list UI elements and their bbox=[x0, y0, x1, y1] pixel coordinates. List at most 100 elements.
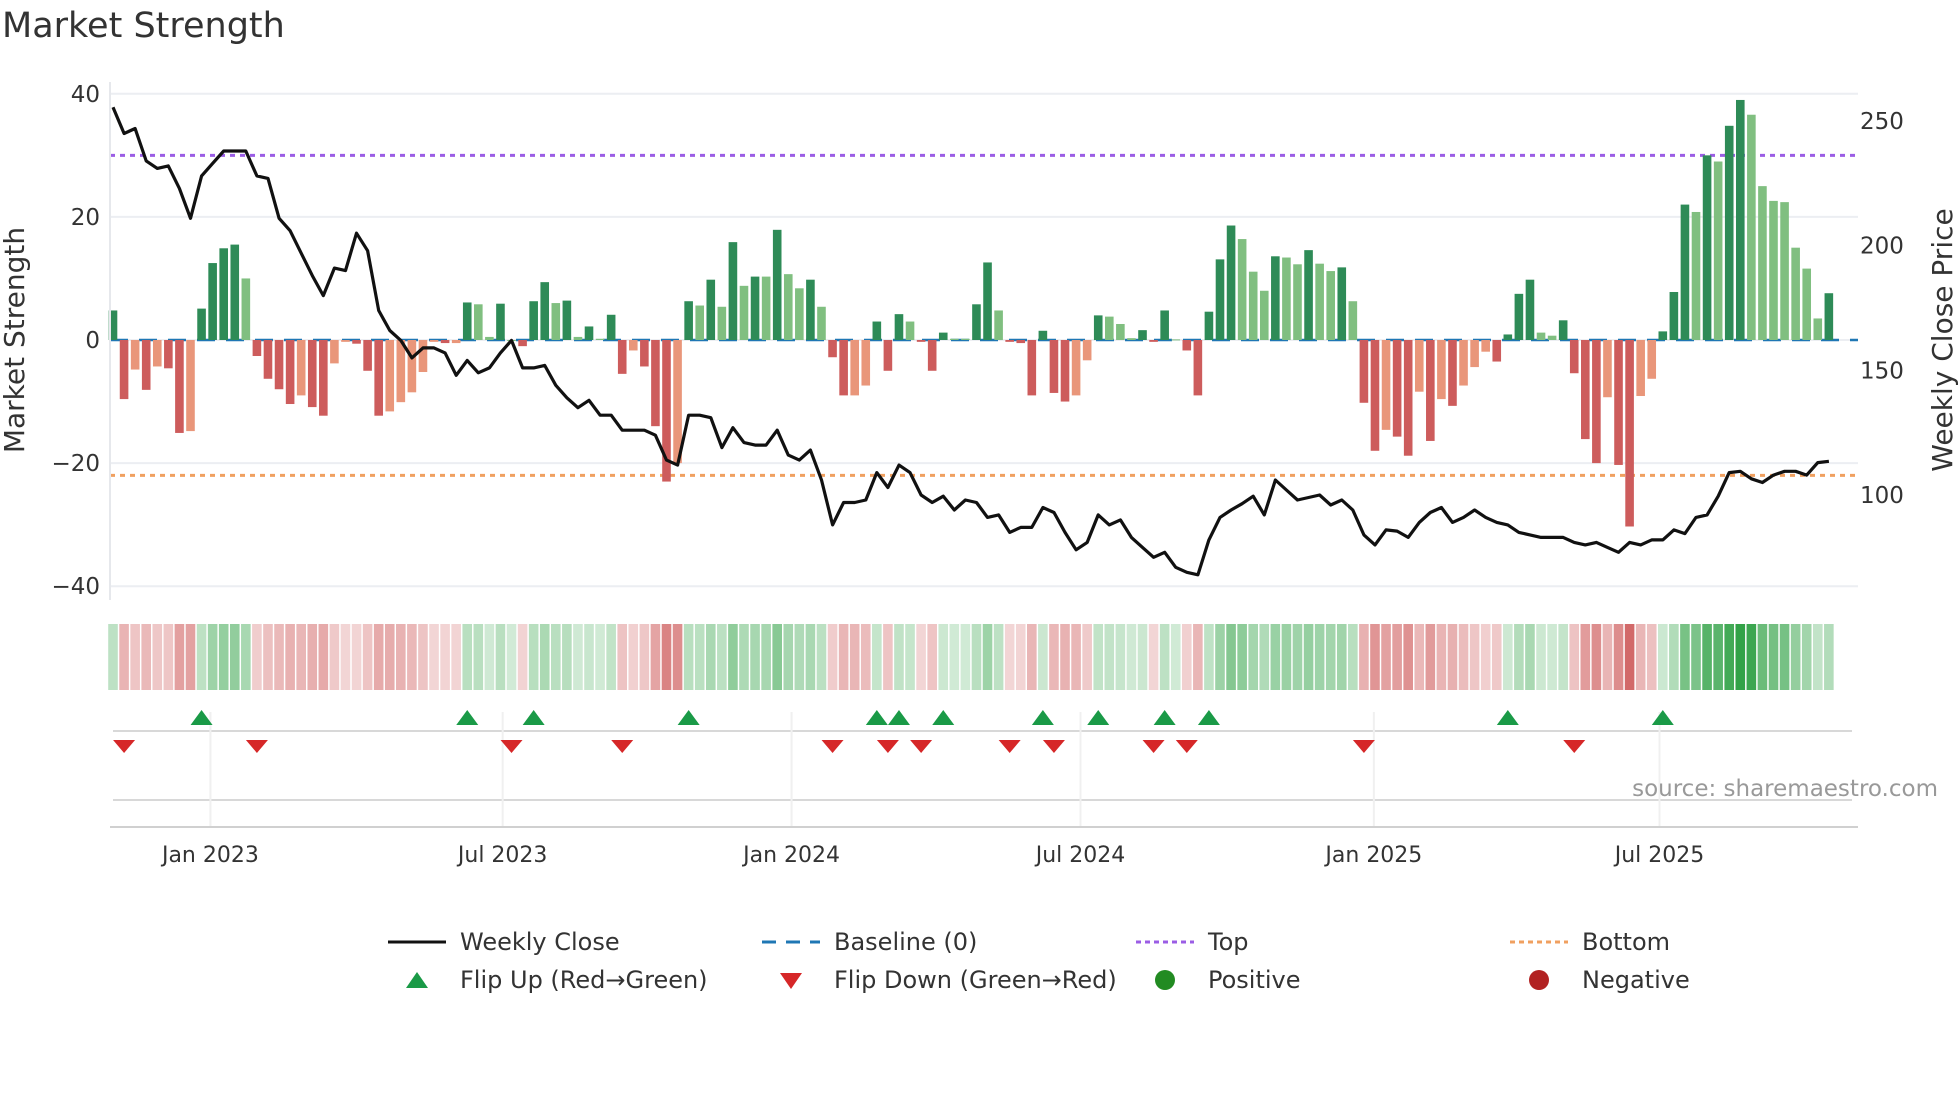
strength-bar bbox=[1049, 340, 1059, 393]
strip-cell bbox=[772, 624, 782, 690]
strip-cell bbox=[440, 624, 450, 690]
strength-bar bbox=[1226, 225, 1236, 340]
strip-cell bbox=[1646, 624, 1657, 690]
strength-bar bbox=[307, 340, 317, 408]
strength-bar bbox=[1138, 330, 1147, 340]
strength-bar bbox=[1326, 271, 1335, 340]
strip-cell bbox=[252, 624, 262, 690]
strength-bar bbox=[296, 340, 306, 396]
strength-bar bbox=[1747, 114, 1756, 341]
flip-down-marker bbox=[113, 740, 136, 753]
strip-cell bbox=[362, 624, 373, 690]
strip-cell bbox=[318, 624, 329, 690]
strip-cell bbox=[340, 624, 351, 690]
strip-cell bbox=[263, 624, 273, 690]
strip-cell bbox=[1237, 624, 1247, 690]
strength-bar bbox=[1426, 340, 1435, 441]
strip-cell bbox=[1270, 624, 1281, 690]
strip-cell bbox=[229, 624, 240, 690]
strip-cell bbox=[894, 624, 904, 690]
strength-bar bbox=[595, 338, 605, 340]
strip-cell bbox=[1414, 624, 1425, 690]
source-label: source: sharemaestro.com bbox=[1632, 776, 1938, 802]
strength-bar bbox=[1658, 331, 1668, 340]
strength-bar bbox=[861, 340, 871, 386]
strip-cell bbox=[827, 624, 838, 690]
strip-cell bbox=[528, 624, 539, 690]
strength-bar bbox=[1558, 320, 1568, 340]
strength-bar bbox=[540, 282, 550, 340]
strength-bar bbox=[197, 308, 206, 340]
flip-markers-panel bbox=[113, 710, 1852, 827]
strip-cell bbox=[1790, 624, 1801, 690]
strip-cell bbox=[351, 624, 362, 690]
strength-bar bbox=[164, 340, 173, 369]
strength-bar bbox=[451, 340, 461, 344]
strength-bar bbox=[1359, 340, 1369, 403]
legend-bottom: Bottom bbox=[1510, 928, 1670, 956]
strength-bar bbox=[1503, 334, 1513, 340]
strength-bar bbox=[1248, 271, 1258, 340]
strip-cell bbox=[1724, 624, 1735, 690]
strength-bar bbox=[429, 340, 439, 342]
strength-bar bbox=[1769, 200, 1778, 340]
strip-cell bbox=[108, 624, 118, 690]
strength-bar bbox=[274, 340, 284, 390]
x-tick-label: Jul 2025 bbox=[1613, 843, 1705, 868]
strip-cell bbox=[1824, 624, 1834, 690]
strip-cell bbox=[1359, 624, 1369, 690]
strip-cell bbox=[750, 624, 760, 690]
flip-down-marker bbox=[910, 740, 933, 753]
strength-bar bbox=[1492, 340, 1502, 362]
strip-cell bbox=[1458, 624, 1469, 690]
strip-cell bbox=[805, 624, 816, 690]
right-axis-title: Weekly Close Price bbox=[1926, 208, 1959, 471]
y-tick-label: 40 bbox=[71, 82, 100, 108]
strength-bar bbox=[1581, 340, 1590, 440]
strip-cell bbox=[1547, 624, 1557, 690]
strength-bar bbox=[518, 340, 527, 347]
strip-cell bbox=[1436, 624, 1447, 690]
strip-cell bbox=[1624, 624, 1635, 690]
strip-cell bbox=[1735, 624, 1746, 690]
strength-bar bbox=[640, 340, 649, 367]
strip-cell bbox=[1015, 624, 1026, 690]
legend-positive: Positive bbox=[1136, 966, 1301, 994]
strength-bar bbox=[1027, 340, 1037, 396]
flip-up-marker bbox=[1153, 710, 1176, 725]
strip-cell bbox=[1635, 624, 1646, 690]
strength-bar bbox=[341, 340, 350, 342]
strength-bar bbox=[407, 340, 417, 393]
strip-cell bbox=[185, 624, 196, 690]
strength-bar bbox=[1271, 256, 1280, 340]
strip-cell bbox=[1691, 624, 1701, 690]
strip-cell bbox=[1314, 624, 1325, 690]
strip-cell bbox=[1403, 624, 1413, 690]
strength-bar bbox=[1005, 340, 1014, 342]
strength-bar bbox=[1215, 259, 1225, 340]
strength-bar bbox=[1038, 330, 1048, 340]
strength-bar bbox=[1680, 204, 1690, 340]
strength-bar bbox=[1127, 338, 1136, 340]
strength-bar bbox=[1414, 340, 1424, 392]
strength-bar bbox=[1160, 310, 1169, 340]
strip-cell bbox=[1779, 624, 1790, 690]
strip-cell bbox=[495, 624, 506, 690]
flip-down-marker bbox=[245, 740, 268, 753]
strip-cell bbox=[838, 624, 849, 690]
strip-cell bbox=[705, 624, 716, 690]
strip-cell bbox=[606, 624, 616, 690]
dotted-line-icon bbox=[1136, 940, 1194, 944]
strip-cell bbox=[1503, 624, 1513, 690]
circle-icon bbox=[1155, 970, 1175, 990]
strip-cell bbox=[971, 624, 982, 690]
flip-down-marker bbox=[1563, 740, 1586, 753]
strip-cell bbox=[584, 624, 594, 690]
solid-line-icon bbox=[388, 940, 446, 944]
strength-bar bbox=[1071, 340, 1081, 396]
legend-label: Flip Up (Red→Green) bbox=[460, 966, 708, 994]
strip-cell bbox=[1038, 624, 1048, 690]
legend-label: Top bbox=[1208, 928, 1249, 956]
strip-cell bbox=[1181, 624, 1192, 690]
y2-tick-label: 250 bbox=[1860, 109, 1904, 135]
